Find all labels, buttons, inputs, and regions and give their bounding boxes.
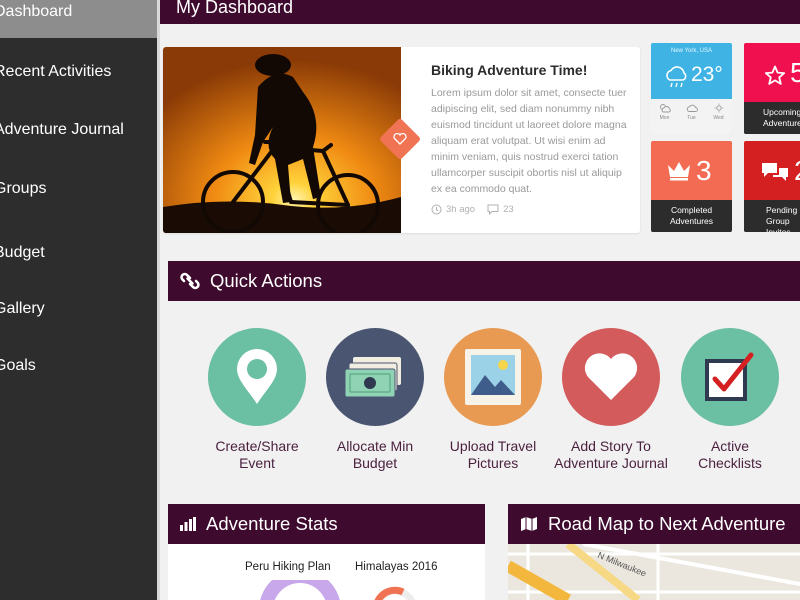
completed-label: Completed Adventures <box>651 200 732 232</box>
sidebar-item-dashboard[interactable]: Dashboard <box>0 0 157 38</box>
road-map-view[interactable]: N Milwaukee <box>508 544 800 600</box>
forecast-day-label: Wed <box>713 115 724 121</box>
sidebar-item-goals[interactable]: Goals <box>0 354 157 378</box>
pending-count: 2 <box>794 155 800 187</box>
sidebar-item-budget[interactable]: Budget <box>0 241 157 265</box>
sun-icon <box>714 103 723 113</box>
picture-icon <box>465 349 521 405</box>
quick-actions-title: Quick Actions <box>210 270 323 291</box>
stat-plan-label: Peru Hiking Plan <box>245 561 331 573</box>
weather-widget[interactable]: New York, USA 23° Mon Tue Wed <box>651 43 732 134</box>
comment-icon <box>487 204 499 215</box>
pending-invites-tile[interactable]: 2 Pending Group Invites <box>744 141 800 232</box>
post-title[interactable]: Biking Adventure Time! <box>431 62 587 78</box>
sidebar-item-label: Goals <box>0 357 36 374</box>
post-excerpt: Lorem ipsum dolor sit amet, consecte tue… <box>431 87 627 195</box>
star-icon <box>764 65 786 85</box>
crown-icon <box>668 162 690 181</box>
map-pin-icon <box>237 349 277 404</box>
weather-location: New York, USA <box>670 48 713 54</box>
forecast-day: Mon <box>651 103 678 121</box>
quick-actions-header: Quick Actions <box>168 261 800 301</box>
quick-action-add-story[interactable]: Add Story To Adventure Journal <box>551 328 671 472</box>
cloud-rain-icon <box>666 66 687 88</box>
stat-progress-ring <box>374 586 416 600</box>
forecast-day: Wed <box>705 103 732 121</box>
post-time: 3h ago <box>431 204 475 215</box>
quick-action-upload-pictures[interactable]: Upload Travel Pictures <box>433 328 553 472</box>
clock-icon <box>431 204 442 215</box>
partly-cloudy-icon <box>659 104 671 113</box>
quick-action-create-event[interactable]: Create/Share Event <box>197 328 317 472</box>
quick-action-icon-circle[interactable] <box>208 328 306 426</box>
quick-action-label: Add Story To Adventure Journal <box>554 438 668 471</box>
sidebar-item-gallery[interactable]: Gallery <box>0 297 157 321</box>
adventure-stats-title: Adventure Stats <box>206 513 338 534</box>
completed-count: 3 <box>696 155 712 186</box>
adventure-stats-panel: Peru Hiking Plan Himalayas 2016 <box>168 544 485 600</box>
sidebar-item-label: Recent Activities <box>0 63 112 80</box>
post-meta: 3h ago 23 <box>431 204 514 215</box>
page-header: My Dashboard <box>160 0 800 24</box>
upcoming-label: Upcoming Adventures <box>744 102 800 134</box>
sidebar-item-label: Gallery <box>0 300 45 317</box>
forecast-day-label: Tue <box>687 115 696 121</box>
featured-post-image <box>163 47 401 233</box>
quick-action-label: Upload Travel Pictures <box>449 438 537 471</box>
quick-action-label: Active Checklists <box>698 438 762 471</box>
sidebar: Dashboard Recent Activities Adventure Jo… <box>0 0 157 600</box>
map-icon <box>521 517 537 531</box>
sidebar-item-groups[interactable]: Groups <box>0 177 157 201</box>
sidebar-item-label: Groups <box>0 180 47 197</box>
road-map-header: Road Map to Next Adventure <box>508 504 800 544</box>
forecast-day: Tue <box>678 103 705 121</box>
post-comments[interactable]: 23 <box>487 204 514 215</box>
quick-action-label: Allocate Min Budget <box>336 438 414 471</box>
upcoming-adventures-tile[interactable]: 5 Upcoming Adventures <box>744 43 800 134</box>
quick-action-checklists[interactable]: Active Checklists <box>670 328 790 472</box>
stat-plan-label: Himalayas 2016 <box>355 561 438 573</box>
quick-action-icon-circle[interactable] <box>562 328 660 426</box>
featured-post-card[interactable]: Biking Adventure Time! Lorem ipsum dolor… <box>163 47 640 233</box>
sidebar-item-label: Budget <box>0 244 45 261</box>
sidebar-divider <box>157 0 160 600</box>
adventure-stats-header: Adventure Stats <box>168 504 485 544</box>
sidebar-item-recent-activities[interactable]: Recent Activities <box>0 60 157 84</box>
stat-progress-ring <box>260 580 340 600</box>
forecast-day-label: Mon <box>659 115 670 121</box>
bar-chart-icon <box>180 517 196 531</box>
pending-label: Pending Group Invites <box>744 200 800 232</box>
post-comment-count: 23 <box>503 204 514 215</box>
cloud-icon <box>686 104 698 112</box>
quick-action-allocate-budget[interactable]: Allocate Min Budget <box>315 328 435 472</box>
link-chain-icon <box>180 272 200 290</box>
quick-action-icon-circle[interactable] <box>681 328 779 426</box>
quick-action-icon-circle[interactable] <box>326 328 424 426</box>
completed-adventures-tile[interactable]: 3 Completed Adventures <box>651 141 732 232</box>
weather-temperature: 23° <box>691 63 723 86</box>
heart-outline-icon <box>393 133 407 145</box>
upcoming-count: 5 <box>790 57 800 88</box>
road-map-title: Road Map to Next Adventure <box>548 513 786 534</box>
checklist-icon <box>705 352 754 401</box>
weather-forecast: Mon Tue Wed <box>651 99 732 134</box>
map-tiles <box>508 544 800 600</box>
sidebar-item-label: Dashboard <box>0 3 73 20</box>
quick-action-icon-circle[interactable] <box>444 328 542 426</box>
page-title: My Dashboard <box>176 0 294 17</box>
chat-bubbles-icon <box>762 163 788 181</box>
quick-action-label: Create/Share Event <box>215 438 299 471</box>
sidebar-item-label: Adventure Journal <box>0 121 124 138</box>
money-icon <box>344 357 401 398</box>
heart-icon <box>584 353 638 400</box>
post-time-text: 3h ago <box>446 204 476 215</box>
sidebar-item-adventure-journal[interactable]: Adventure Journal <box>0 118 157 142</box>
